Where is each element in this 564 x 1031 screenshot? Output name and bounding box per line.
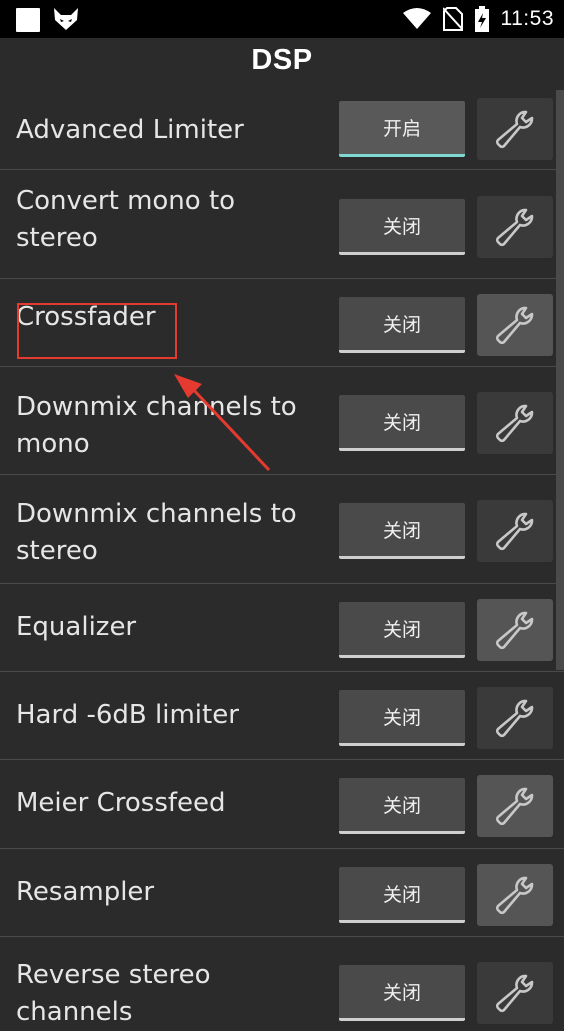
annotation-arrow-icon xyxy=(174,374,271,472)
